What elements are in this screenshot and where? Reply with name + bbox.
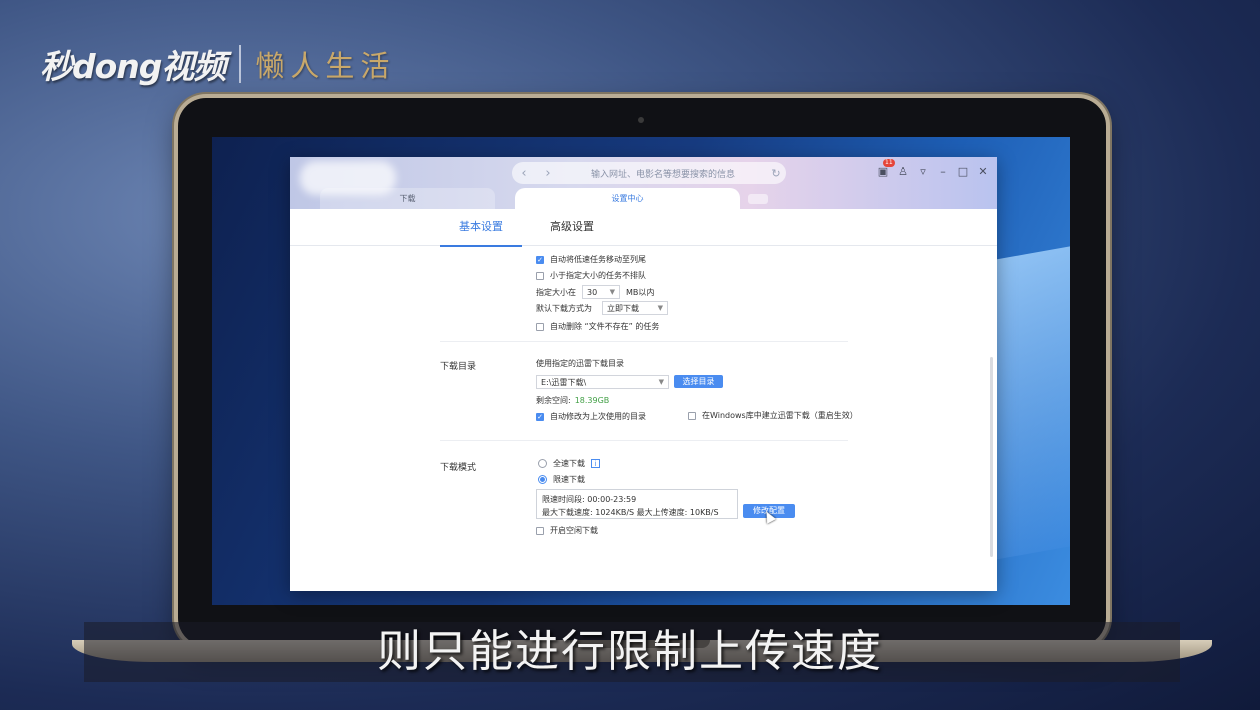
- auto-delete-option[interactable]: 自动删除 “文件不存在” 的任务: [536, 321, 659, 332]
- divider: [440, 341, 848, 342]
- chevron-down-icon: ▼: [657, 304, 663, 312]
- download-mode-section-label: 下载模式: [440, 463, 477, 473]
- refresh-icon[interactable]: ↻: [766, 167, 786, 180]
- thunder-settings-window: ‹ › 输入网址、电影名等想要搜索的信息 ↻ ▣ 11 ♙ ▿ – □ ✕ 下载 …: [290, 157, 997, 591]
- brand-subtitle: 懒人生活: [255, 49, 396, 83]
- message-icon[interactable]: ▣ 11: [877, 159, 895, 179]
- checkbox-checked[interactable]: ✓: [536, 412, 544, 421]
- size-suffix-label: MB以内: [626, 287, 655, 297]
- free-space-label: 剩余空间:: [536, 396, 571, 405]
- full-speed-option[interactable]: 全速下载 i: [538, 458, 600, 469]
- limit-time-text: 限速时间段: 00:00-23:59: [542, 495, 637, 504]
- auto-change-dir-option[interactable]: ✓ 自动修改为上次使用的目录: [536, 411, 646, 422]
- close-icon[interactable]: ✕: [977, 165, 989, 179]
- webcam: [638, 117, 644, 123]
- size-limit-row: 指定大小在 30 ▼ MB以内: [536, 285, 654, 299]
- dir-value: E:\迅雷下载\: [541, 377, 587, 387]
- menu-icon[interactable]: ▿: [917, 165, 929, 179]
- video-frame: 秒dong视频 懒人生活 ‹ › 输入网址、电影名等想要搜索的信息 ↻ ▣ 11 …: [0, 0, 1260, 710]
- dir-select-row: E:\迅雷下载\ ▼: [536, 375, 669, 389]
- small-tasks-no-queue-option[interactable]: 小于指定大小的任务不排队: [536, 270, 646, 281]
- speed-limit-summary: 限速时间段: 00:00-23:59 最大下载速度: 1024KB/S 最大上传…: [536, 489, 738, 519]
- download-dir-select[interactable]: E:\迅雷下载\ ▼: [536, 375, 669, 389]
- default-mode-label: 默认下载方式为: [536, 303, 592, 313]
- info-icon[interactable]: i: [591, 459, 600, 468]
- free-space-value: 18.39GB: [574, 396, 610, 405]
- divider: [440, 440, 848, 441]
- checkbox[interactable]: [536, 526, 544, 535]
- brand-divider: [239, 45, 242, 83]
- brand-watermark: 秒dong视频 懒人生活: [40, 40, 395, 88]
- option-label: 小于指定大小的任务不排队: [550, 271, 646, 280]
- tab-download[interactable]: 下载: [320, 188, 495, 209]
- window-controls: ▣ 11 ♙ ▿ – □ ✕: [877, 159, 989, 179]
- forward-icon[interactable]: ›: [536, 166, 560, 181]
- idle-download-option[interactable]: 开启空闲下载: [536, 525, 598, 536]
- new-tab-button[interactable]: [748, 194, 768, 204]
- option-label: 自动删除 “文件不存在” 的任务: [550, 322, 660, 331]
- checkbox-checked[interactable]: ✓: [536, 255, 544, 264]
- radio-button-selected[interactable]: [538, 475, 547, 484]
- free-space-row: 剩余空间: 18.39GB: [536, 395, 609, 406]
- tab-basic-settings[interactable]: 基本设置: [440, 209, 522, 247]
- default-mode-value: 立即下载: [607, 303, 639, 313]
- skin-icon[interactable]: ♙: [897, 165, 909, 179]
- scrollbar[interactable]: [990, 357, 993, 557]
- limit-speed-text: 最大下载速度: 1024KB/S 最大上传速度: 10KB/S: [542, 508, 719, 517]
- back-icon[interactable]: ‹: [512, 166, 536, 181]
- option-label: 自动修改为上次使用的目录: [550, 412, 646, 421]
- chevron-down-icon: ▼: [658, 378, 664, 386]
- windows-library-option[interactable]: 在Windows库中建立迅雷下载（重启生效）: [688, 410, 858, 421]
- move-slow-tasks-option[interactable]: ✓ 自动将低速任务移动至列尾: [536, 254, 646, 265]
- checkbox[interactable]: [536, 322, 544, 331]
- option-label: 自动将低速任务移动至列尾: [550, 255, 646, 264]
- size-select[interactable]: 30 ▼: [582, 285, 620, 299]
- default-mode-row: 默认下载方式为 立即下载 ▼: [536, 301, 668, 315]
- brand-logo: 秒dong视频: [40, 47, 226, 86]
- search-input[interactable]: 输入网址、电影名等想要搜索的信息: [560, 167, 766, 180]
- checkbox[interactable]: [688, 411, 696, 420]
- use-dir-label: 使用指定的迅雷下载目录: [536, 359, 624, 368]
- limited-speed-option[interactable]: 限速下载: [538, 474, 585, 485]
- download-dir-section-label: 下载目录: [440, 362, 477, 372]
- radio-button[interactable]: [538, 459, 547, 468]
- checkbox[interactable]: [536, 271, 544, 280]
- size-value: 30: [587, 287, 598, 297]
- option-label: 在Windows库中建立迅雷下载（重启生效）: [702, 411, 858, 420]
- minimize-icon[interactable]: –: [937, 165, 949, 179]
- chevron-down-icon: ▼: [609, 288, 615, 296]
- address-bar[interactable]: ‹ › 输入网址、电影名等想要搜索的信息 ↻: [512, 162, 786, 184]
- default-mode-select[interactable]: 立即下载 ▼: [602, 301, 668, 315]
- notification-badge: 11: [883, 159, 895, 167]
- option-label: 限速下载: [553, 475, 585, 484]
- tab-advanced-settings[interactable]: 高级设置: [540, 209, 604, 245]
- choose-dir-button[interactable]: 选择目录: [674, 375, 723, 388]
- maximize-icon[interactable]: □: [957, 165, 969, 179]
- settings-subtabs: 基本设置 高级设置: [290, 209, 997, 247]
- tab-settings-center[interactable]: 设置中心: [515, 188, 740, 209]
- title-bar: ‹ › 输入网址、电影名等想要搜索的信息 ↻ ▣ 11 ♙ ▿ – □ ✕ 下载 …: [290, 157, 997, 209]
- option-label: 开启空闲下载: [550, 526, 598, 535]
- size-prefix-label: 指定大小在: [536, 287, 576, 297]
- video-subtitle: 则只能进行限制上传速度: [377, 626, 883, 677]
- option-label: 全速下载: [553, 459, 585, 468]
